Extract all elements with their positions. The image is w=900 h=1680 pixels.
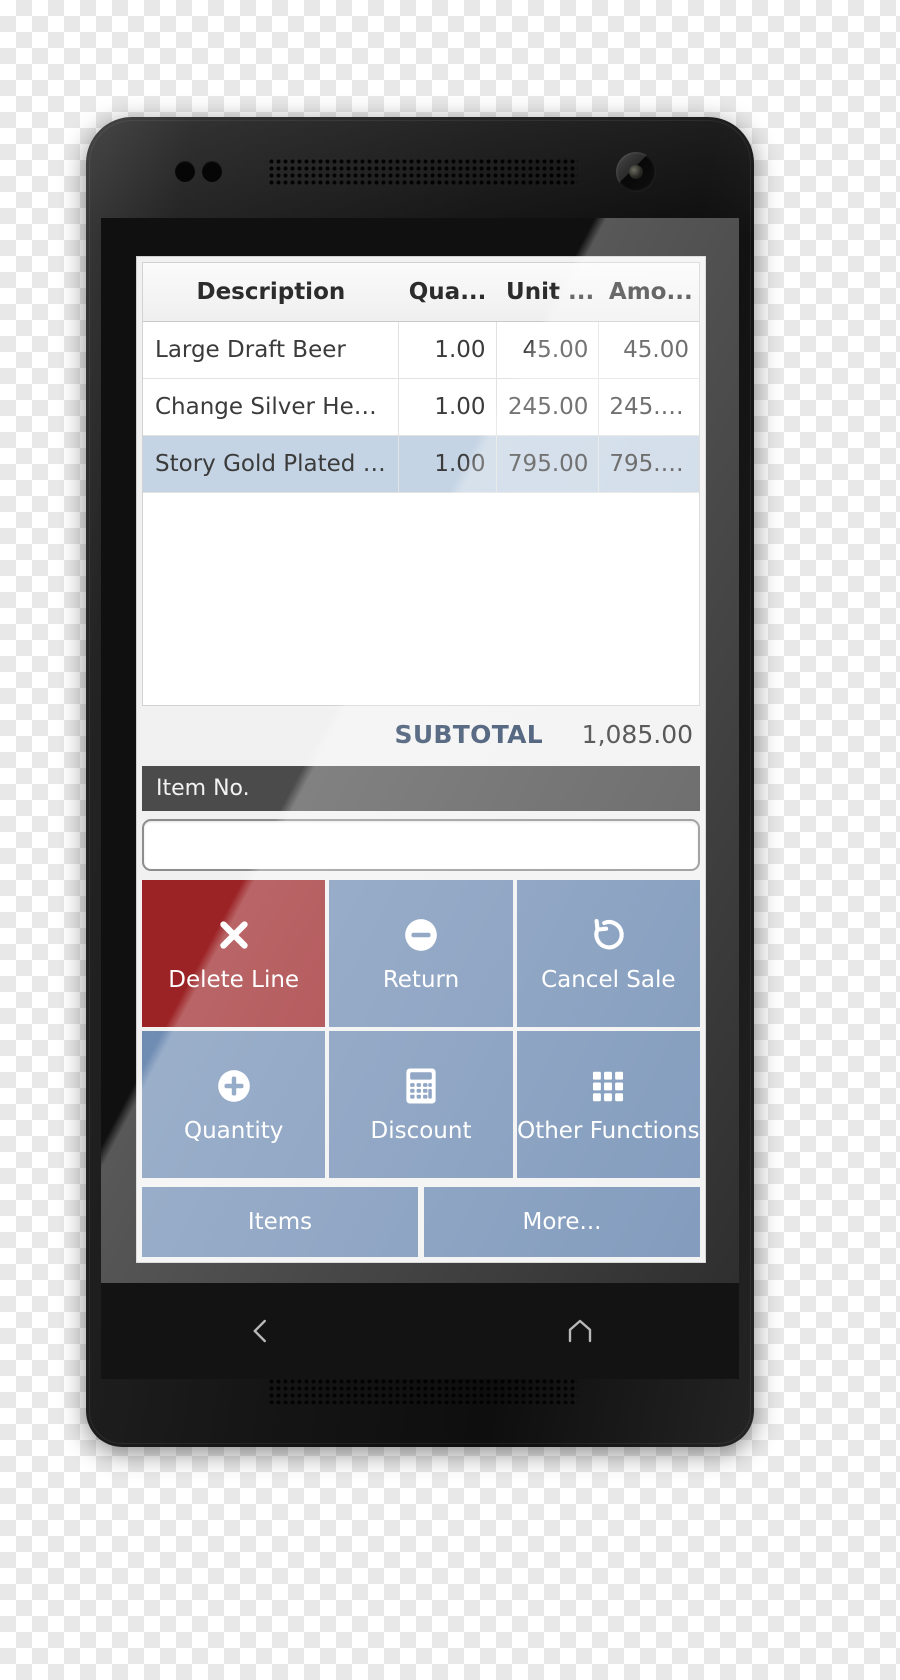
- table-row[interactable]: Change Silver Heart N... 1.00 245.00 245…: [143, 378, 699, 436]
- item-no-input[interactable]: [142, 819, 700, 871]
- subtotal-value: 1,085.00: [581, 720, 693, 749]
- items-tab-label: Items: [247, 1209, 313, 1235]
- cell-amount: 795.00: [598, 435, 699, 493]
- bottom-speaker-grille: [268, 1378, 578, 1404]
- minus-circle-icon: [401, 915, 441, 955]
- cell-amount: 45.00: [598, 321, 699, 379]
- other-functions-button[interactable]: Other Functions: [516, 1031, 700, 1178]
- discount-label: Discount: [370, 1118, 472, 1144]
- calculator-icon: [401, 1066, 441, 1106]
- cell-quantity: 1.00: [398, 435, 497, 493]
- undo-arrow-icon: [588, 915, 628, 955]
- android-navigation-bar: [101, 1283, 739, 1379]
- item-no-label: Item No.: [142, 766, 700, 811]
- delete-line-label: Delete Line: [168, 967, 300, 993]
- cell-description: Large Draft Beer: [143, 321, 399, 379]
- cell-unit-price: 245.00: [495, 378, 599, 436]
- cell-description: Story Gold Plated Ring...: [143, 435, 399, 493]
- close-x-icon: [214, 915, 254, 955]
- cancel-sale-button[interactable]: Cancel Sale: [516, 880, 700, 1027]
- plus-circle-icon: [214, 1066, 254, 1106]
- delete-line-button[interactable]: Delete Line: [142, 880, 326, 1027]
- column-header-description[interactable]: Description: [143, 263, 399, 322]
- action-button-grid: Delete Line Return Cancel Sale Quantity …: [142, 880, 700, 1178]
- quantity-button[interactable]: Quantity: [142, 1031, 326, 1178]
- column-header-quantity[interactable]: Qua...: [398, 263, 497, 322]
- more-tab-label: More...: [522, 1209, 602, 1235]
- table-header-row: Description Qua... Unit ... Amo...: [143, 263, 699, 322]
- cell-unit-price: 795.00: [495, 435, 599, 493]
- front-camera: [616, 152, 656, 192]
- receipt-table-container[interactable]: Description Qua... Unit ... Amo... Large…: [142, 262, 700, 706]
- earpiece-speaker-grille: [268, 158, 578, 186]
- home-button[interactable]: [420, 1283, 739, 1379]
- bottom-tab-bar: Items More...: [142, 1187, 700, 1257]
- cell-quantity: 1.00: [398, 321, 497, 379]
- cancel-sale-label: Cancel Sale: [541, 967, 676, 993]
- items-tab[interactable]: Items: [142, 1187, 418, 1257]
- return-label: Return: [382, 967, 460, 993]
- more-tab[interactable]: More...: [424, 1187, 700, 1257]
- item-no-field-wrapper: [142, 819, 700, 871]
- table-row[interactable]: Large Draft Beer 1.00 45.00 45.00: [143, 321, 699, 379]
- grid-dots-icon: [588, 1066, 628, 1106]
- sensor-dot-right: [202, 161, 222, 182]
- back-icon: [246, 1316, 276, 1346]
- column-header-amount[interactable]: Amo...: [598, 263, 699, 322]
- receipt-table: Description Qua... Unit ... Amo... Large…: [143, 263, 699, 493]
- device-screen: Description Qua... Unit ... Amo... Large…: [101, 218, 739, 1283]
- cell-amount: 245.00: [598, 378, 699, 436]
- subtotal-label: SUBTOTAL: [394, 720, 543, 749]
- sensor-dot-left: [175, 161, 195, 182]
- other-functions-label: Other Functions: [517, 1118, 700, 1144]
- quantity-label: Quantity: [183, 1118, 284, 1144]
- column-header-unit-price[interactable]: Unit ...: [496, 263, 599, 322]
- back-button[interactable]: [101, 1283, 420, 1379]
- proximity-sensor: [175, 161, 222, 182]
- cell-unit-price: 45.00: [495, 321, 599, 379]
- screenshot-stage: Description Qua... Unit ... Amo... Large…: [0, 0, 900, 1680]
- return-button[interactable]: Return: [329, 880, 513, 1027]
- pos-app-window: Description Qua... Unit ... Amo... Large…: [136, 256, 706, 1263]
- discount-button[interactable]: Discount: [329, 1031, 513, 1178]
- subtotal-row: SUBTOTAL 1,085.00: [137, 706, 705, 763]
- cell-quantity: 1.00: [398, 378, 497, 436]
- cell-description: Change Silver Heart N...: [143, 378, 399, 436]
- table-row-selected[interactable]: Story Gold Plated Ring... 1.00 795.00 79…: [143, 435, 699, 493]
- home-icon: [565, 1316, 595, 1346]
